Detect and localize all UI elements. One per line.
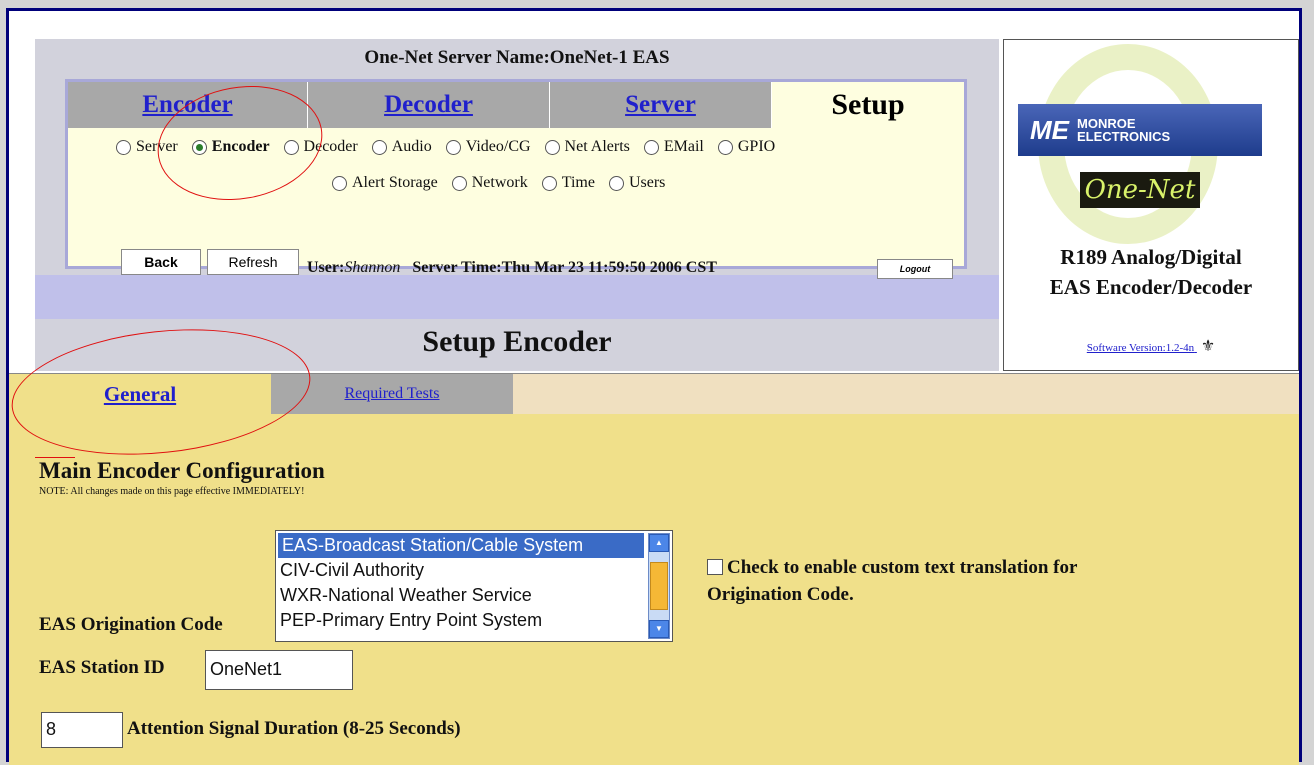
listbox-scrollbar[interactable]: ▲ ▼ — [648, 533, 670, 639]
download-icon: ⚜ — [1200, 338, 1216, 355]
radio-video-cg[interactable]: Video/CG — [445, 138, 531, 156]
radio-circle-icon — [332, 175, 347, 191]
radio-circle-icon — [445, 139, 461, 155]
one-net-logo: One-Net — [1080, 172, 1200, 208]
radio-circle-icon — [643, 139, 659, 155]
monroe-electronics-logo: ME MONROE ELECTRONICS — [1018, 104, 1262, 156]
setup-radio-row-2: Alert Storage Network Time Users — [332, 174, 675, 196]
page-frame: One-Net Server Name:OneNet-1 EAS Encoder… — [5, 8, 1302, 765]
listbox-option[interactable]: EAS-Broadcast Station/Cable System — [278, 533, 644, 558]
tab-server[interactable]: Server — [550, 82, 772, 128]
toolbar — [35, 275, 999, 319]
user-info: User:Shannon Server Time:Thu Mar 23 11:5… — [307, 259, 717, 276]
logout-button[interactable]: Logout — [877, 259, 953, 279]
attention-duration-label: Attention Signal Duration (8-25 Seconds) — [127, 718, 461, 739]
radio-audio[interactable]: Audio — [371, 138, 432, 156]
scroll-up-icon[interactable]: ▲ — [649, 534, 669, 552]
product-name: R189 Analog/Digital EAS Encoder/Decoder — [1049, 245, 1253, 299]
radio-users[interactable]: Users — [608, 174, 665, 192]
radio-circle-icon — [608, 175, 624, 191]
radio-circle-icon — [544, 139, 560, 155]
listbox-option[interactable]: PEP-Primary Entry Point System — [276, 608, 672, 633]
radio-time[interactable]: Time — [541, 174, 595, 192]
origination-code-listbox[interactable]: EAS-Broadcast Station/Cable System CIV-C… — [275, 530, 673, 642]
annotation-strike — [35, 457, 75, 458]
radio-alert-storage[interactable]: Alert Storage — [332, 174, 438, 192]
radio-circle-icon — [371, 139, 387, 155]
scroll-down-icon[interactable]: ▼ — [649, 620, 669, 638]
custom-text-checkbox[interactable] — [707, 559, 723, 575]
station-id-label: EAS Station ID — [39, 657, 165, 678]
attention-duration-input[interactable]: 8 — [41, 712, 123, 748]
radio-email[interactable]: EMail — [643, 138, 704, 156]
server-time: Server Time:Thu Mar 23 11:59:50 2006 CST — [412, 259, 717, 276]
listbox-option[interactable]: WXR-National Weather Service — [276, 583, 672, 608]
software-version-link[interactable]: Software Version:1.2-4n ⚜ — [1004, 336, 1298, 356]
station-id-input[interactable]: OneNet1 — [205, 650, 353, 690]
radio-gpio[interactable]: GPIO — [717, 138, 775, 156]
note-text: NOTE: All changes made on this page effe… — [39, 486, 305, 497]
tab-decoder[interactable]: Decoder — [308, 82, 550, 128]
radio-network[interactable]: Network — [451, 174, 528, 192]
brand-panel: ME MONROE ELECTRONICS One-Net R189 Analog… — [1003, 39, 1299, 371]
radio-circle-icon — [541, 175, 557, 191]
custom-text-option: Check to enable custom text translation … — [707, 557, 1078, 605]
radio-circle-icon — [116, 139, 131, 155]
user-name: Shannon — [344, 259, 401, 276]
radio-net-alerts[interactable]: Net Alerts — [544, 138, 630, 156]
back-button[interactable]: Back — [121, 249, 201, 275]
refresh-button[interactable]: Refresh — [207, 249, 299, 275]
origination-code-label: EAS Origination Code — [39, 614, 223, 635]
scroll-thumb[interactable] — [650, 562, 668, 610]
radio-circle-icon — [451, 175, 467, 191]
radio-circle-icon — [717, 139, 733, 155]
listbox-option[interactable]: CIV-Civil Authority — [276, 558, 672, 583]
server-name: One-Net Server Name:OneNet-1 EAS — [364, 47, 670, 68]
header-panel: One-Net Server Name:OneNet-1 EAS Encoder… — [35, 39, 999, 371]
section-heading: Main Encoder Configuration — [39, 458, 325, 483]
tab-setup[interactable]: Setup — [772, 82, 964, 128]
